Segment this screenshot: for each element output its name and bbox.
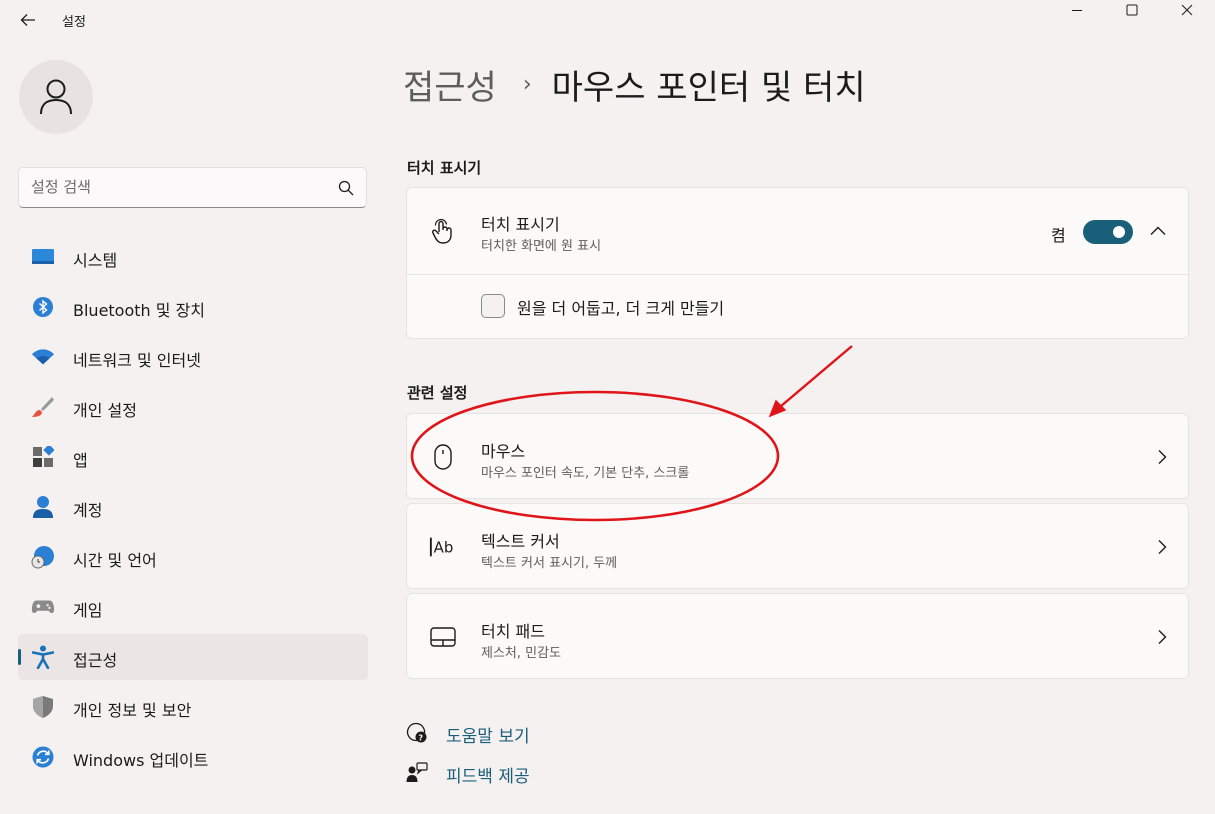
sidebar-item-label: 네트워크 및 인터넷 bbox=[73, 351, 201, 370]
active-indicator bbox=[18, 649, 21, 665]
sidebar-item-label: 시스템 bbox=[73, 251, 118, 270]
annotation-arrow bbox=[773, 345, 853, 413]
monitor-icon bbox=[31, 246, 55, 268]
user-icon bbox=[40, 79, 72, 115]
sidebar-item-apps[interactable]: 앱 bbox=[18, 434, 368, 480]
related-card-touchpad[interactable]: 터치 패드 제스처, 민감도 bbox=[406, 593, 1189, 679]
sidebar-item-time-language[interactable]: 시간 및 언어 bbox=[18, 534, 368, 580]
minimize-button[interactable] bbox=[1050, 0, 1104, 20]
sidebar-item-accounts[interactable]: 계정 bbox=[18, 484, 368, 530]
search-input[interactable] bbox=[31, 176, 331, 198]
shield-icon bbox=[31, 696, 55, 718]
touch-indicator-card: 터치 표시기 터치한 화면에 원 표시 켬 원을 더 어둡고, 더 크게 만들기 bbox=[406, 187, 1189, 339]
related-card-text-cursor[interactable]: Ab 텍스트 커서 텍스트 커서 표시기, 두께 bbox=[406, 503, 1189, 589]
chevron-right-icon bbox=[1154, 449, 1170, 465]
card-title: 터치 표시기 bbox=[481, 215, 560, 234]
maximize-button[interactable] bbox=[1105, 0, 1159, 20]
gamepad-icon bbox=[31, 596, 55, 618]
sidebar-item-privacy[interactable]: 개인 정보 및 보안 bbox=[18, 684, 368, 730]
sidebar-item-windows-update[interactable]: Windows 업데이트 bbox=[18, 734, 368, 780]
related-card-mouse[interactable]: 마우스 마우스 포인터 속도, 기본 단추, 스크롤 bbox=[406, 413, 1189, 499]
feedback-link-label[interactable]: 피드백 제공 bbox=[446, 762, 530, 787]
brush-icon bbox=[31, 396, 55, 418]
sidebar-item-accessibility[interactable]: 접근성 bbox=[18, 634, 368, 680]
section-title-related: 관련 설정 bbox=[407, 384, 468, 402]
search-icon[interactable] bbox=[337, 179, 355, 197]
sidebar-item-system[interactable]: 시스템 bbox=[18, 234, 368, 280]
mouse-icon bbox=[429, 443, 457, 471]
chevron-right-icon bbox=[1154, 629, 1170, 645]
touch-indicator-toggle[interactable] bbox=[1083, 220, 1133, 244]
back-button[interactable] bbox=[14, 8, 42, 32]
section-title-touch-indicator: 터치 표시기 bbox=[407, 159, 482, 177]
card-divider bbox=[407, 274, 1188, 275]
sidebar-item-label: 게임 bbox=[73, 601, 103, 620]
sidebar-item-label: 앱 bbox=[73, 451, 88, 470]
title-bar: 설정 bbox=[0, 0, 1215, 40]
apps-icon bbox=[31, 446, 55, 468]
sidebar: 시스템 Bluetooth 및 장치 네트워크 및 인터넷 개인 설정 앱 bbox=[0, 40, 390, 814]
help-link-label[interactable]: 도움말 보기 bbox=[446, 722, 530, 747]
breadcrumb-separator: › bbox=[522, 72, 532, 97]
touchpad-icon bbox=[429, 623, 457, 651]
close-button[interactable] bbox=[1160, 0, 1214, 20]
toggle-knob bbox=[1113, 226, 1125, 238]
help-link[interactable]: ? 도움말 보기 bbox=[406, 720, 606, 747]
update-icon bbox=[31, 746, 55, 768]
sidebar-nav: 시스템 Bluetooth 및 장치 네트워크 및 인터넷 개인 설정 앱 계정… bbox=[18, 234, 368, 784]
card-subtitle: 터치한 화면에 원 표시 bbox=[481, 239, 602, 254]
touch-hand-icon bbox=[429, 218, 457, 246]
sidebar-item-label: Bluetooth 및 장치 bbox=[73, 301, 206, 320]
collapse-button[interactable] bbox=[1149, 222, 1167, 240]
card-title: 텍스트 커서 bbox=[481, 532, 560, 551]
sidebar-item-network[interactable]: 네트워크 및 인터넷 bbox=[18, 334, 368, 380]
minimize-icon bbox=[1072, 10, 1082, 11]
feedback-icon bbox=[406, 762, 428, 784]
sidebar-item-bluetooth[interactable]: Bluetooth 및 장치 bbox=[18, 284, 368, 330]
sidebar-item-gaming[interactable]: 게임 bbox=[18, 584, 368, 630]
chevron-right-icon bbox=[1154, 539, 1170, 555]
toggle-state-label: 켬 bbox=[1051, 226, 1066, 245]
svg-text:?: ? bbox=[418, 734, 423, 743]
avatar[interactable] bbox=[19, 60, 93, 134]
breadcrumb-parent[interactable]: 접근성 bbox=[403, 60, 497, 109]
app-title: 설정 bbox=[62, 15, 86, 30]
accessibility-icon bbox=[31, 645, 55, 669]
darker-larger-circle-checkbox[interactable] bbox=[481, 294, 505, 318]
card-subtitle: 마우스 포인터 속도, 기본 단추, 스크롤 bbox=[481, 466, 690, 481]
maximize-icon bbox=[1126, 4, 1138, 16]
card-subtitle: 텍스트 커서 표시기, 두께 bbox=[481, 556, 618, 571]
sidebar-item-label: 시간 및 언어 bbox=[73, 551, 157, 570]
card-subtitle: 제스처, 민감도 bbox=[481, 646, 562, 661]
chevron-up-icon bbox=[1150, 226, 1166, 235]
card-title: 터치 패드 bbox=[481, 622, 545, 641]
search-box[interactable] bbox=[18, 167, 367, 208]
svg-text:Ab: Ab bbox=[434, 539, 454, 557]
sidebar-item-label: Windows 업데이트 bbox=[73, 751, 209, 770]
sidebar-item-personalization[interactable]: 개인 설정 bbox=[18, 384, 368, 430]
feedback-link[interactable]: 피드백 제공 bbox=[406, 760, 606, 787]
globe-clock-icon bbox=[31, 546, 55, 569]
checkbox-label: 원을 더 어둡고, 더 크게 만들기 bbox=[517, 299, 725, 318]
card-title: 마우스 bbox=[481, 442, 526, 461]
breadcrumb: 접근성 › 마우스 포인터 및 터치 bbox=[403, 60, 866, 109]
sidebar-item-label: 개인 정보 및 보안 bbox=[73, 701, 192, 720]
sidebar-item-label: 접근성 bbox=[73, 651, 118, 670]
close-icon bbox=[1181, 4, 1193, 16]
text-cursor-icon: Ab bbox=[429, 533, 457, 561]
back-arrow-icon bbox=[20, 14, 35, 26]
page-title: 마우스 포인터 및 터치 bbox=[551, 68, 866, 108]
help-icon: ? bbox=[406, 722, 428, 744]
wifi-icon bbox=[31, 346, 55, 368]
bluetooth-icon bbox=[31, 296, 55, 318]
person-icon bbox=[31, 496, 55, 518]
sidebar-item-label: 개인 설정 bbox=[73, 401, 137, 420]
sidebar-item-label: 계정 bbox=[73, 501, 103, 520]
